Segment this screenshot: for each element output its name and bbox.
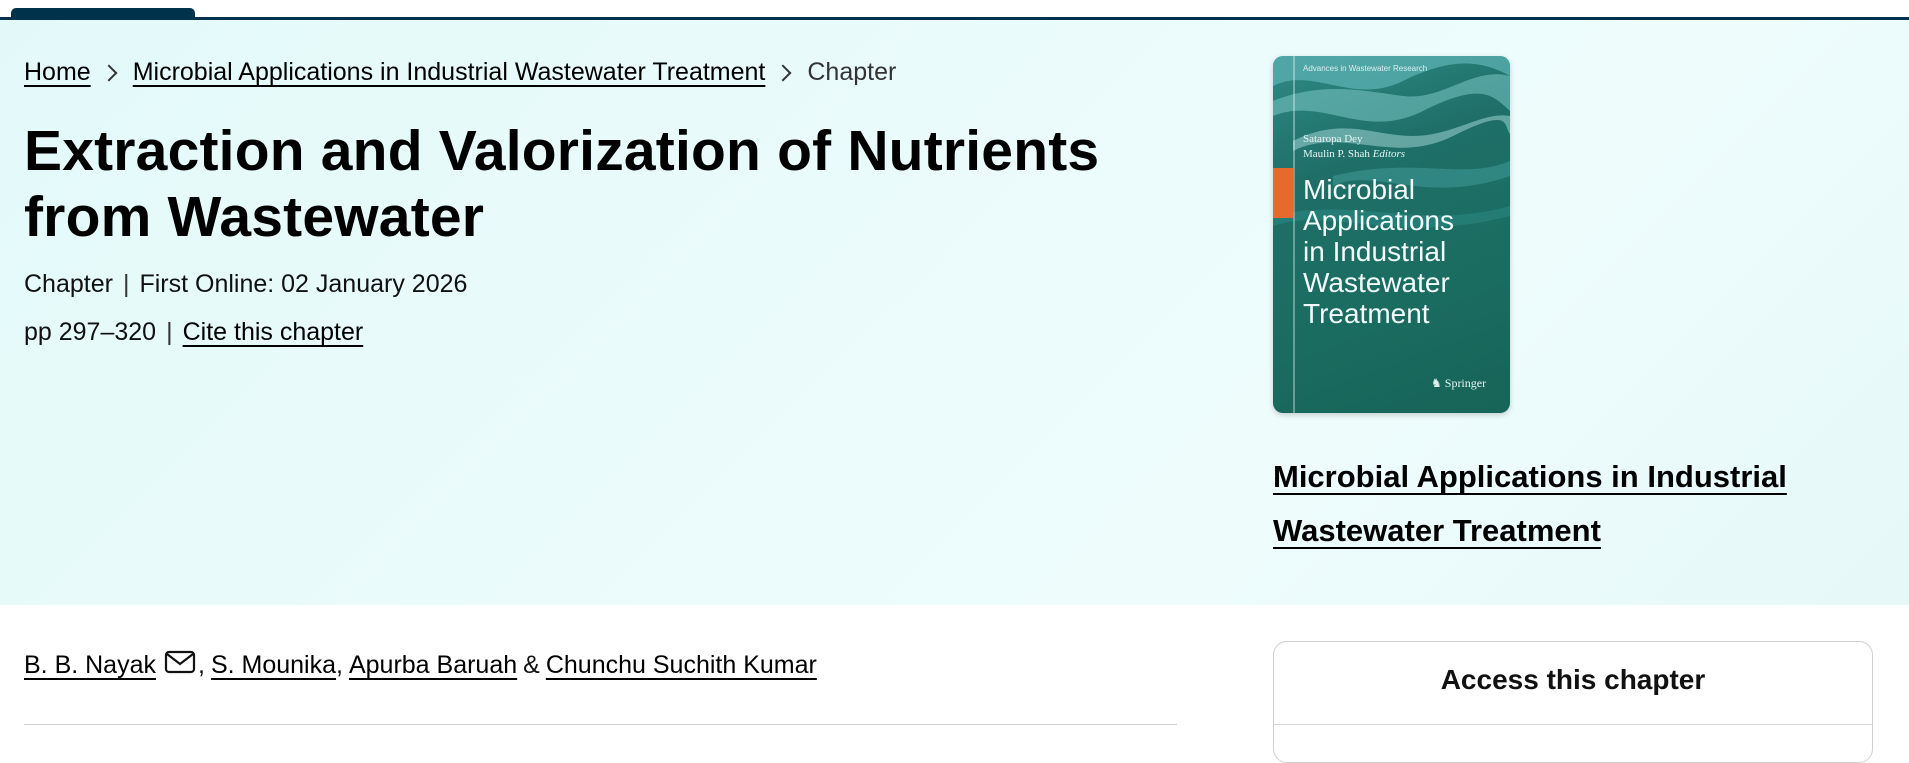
access-heading: Access this chapter (1440, 664, 1706, 695)
access-panel-rule (1274, 724, 1872, 725)
cover-publisher-name: Springer (1444, 376, 1487, 390)
breadcrumb-current: Chapter (807, 58, 897, 86)
cover-editor: Maulin P. Shah (1303, 148, 1370, 160)
chapter-meta: Chapter | First Online: 02 January 2026 (24, 270, 467, 299)
chevron-right-icon (100, 64, 118, 81)
springer-horse-icon: ♞ (1431, 376, 1442, 390)
separator: | (166, 318, 173, 346)
breadcrumb-home-link[interactable]: Home (24, 58, 91, 87)
separator: | (122, 270, 130, 298)
first-online-date: First Online: 02 January 2026 (139, 270, 468, 298)
access-chapter-panel: Access this chapter (1273, 641, 1873, 763)
cover-editor: Sataropa Dey (1303, 133, 1363, 145)
comma: , (198, 651, 205, 679)
breadcrumb: Home Microbial Applications in Industria… (24, 58, 896, 87)
cover-title-line: Treatment (1303, 298, 1430, 329)
section-divider (24, 724, 1177, 725)
book-cover-image[interactable]: Advances in Wastewater Research Sataropa… (1273, 56, 1510, 413)
chapter-pages-row: pp 297–320 | Cite this chapter (24, 318, 363, 347)
cover-editors-label: Editors (1372, 148, 1406, 160)
cover-title-line: in Industrial (1303, 236, 1447, 267)
cover-publisher: ♞ Springer (1431, 376, 1486, 391)
chevron-right-icon (774, 64, 792, 81)
email-icon[interactable] (164, 650, 196, 681)
cover-spine-line (1293, 56, 1295, 413)
comma: , (336, 651, 343, 679)
ampersand: & (523, 651, 540, 679)
author-list: B. B. Nayak , S. Mounika, Apurba Baruah … (24, 650, 817, 681)
book-title-link[interactable]: Microbial Applications in Industrial Was… (1273, 459, 1787, 548)
book-title-block: Microbial Applications in Industrial Was… (1273, 450, 1873, 558)
cover-title: Microbial Applications in Industrial Was… (1303, 174, 1503, 329)
active-tab-indicator (11, 8, 195, 17)
breadcrumb-book-link[interactable]: Microbial Applications in Industrial Was… (133, 58, 766, 87)
cover-editors: Sataropa Dey Maulin P. Shah Editors (1303, 132, 1405, 162)
cover-title-line: Microbial (1303, 174, 1416, 205)
content-type: Chapter (24, 270, 113, 298)
cover-editor-line: Maulin P. Shah Editors (1303, 147, 1405, 162)
cover-title-line: Wastewater (1303, 267, 1450, 298)
cite-chapter-link[interactable]: Cite this chapter (183, 318, 364, 346)
page-range: pp 297–320 (24, 318, 157, 346)
author-link[interactable]: B. B. Nayak (24, 651, 156, 680)
author-link[interactable]: S. Mounika (211, 651, 336, 680)
top-nav-bar (0, 0, 1909, 20)
cover-title-line: Applications (1303, 205, 1454, 236)
author-link[interactable]: Apurba Baruah (349, 651, 517, 680)
author-link[interactable]: Chunchu Suchith Kumar (546, 651, 817, 680)
chapter-title: Extraction and Valorization of Nutrients… (24, 119, 1100, 249)
cover-accent-stripe (1273, 168, 1293, 218)
cover-series-name: Advances in Wastewater Research (1303, 64, 1428, 73)
